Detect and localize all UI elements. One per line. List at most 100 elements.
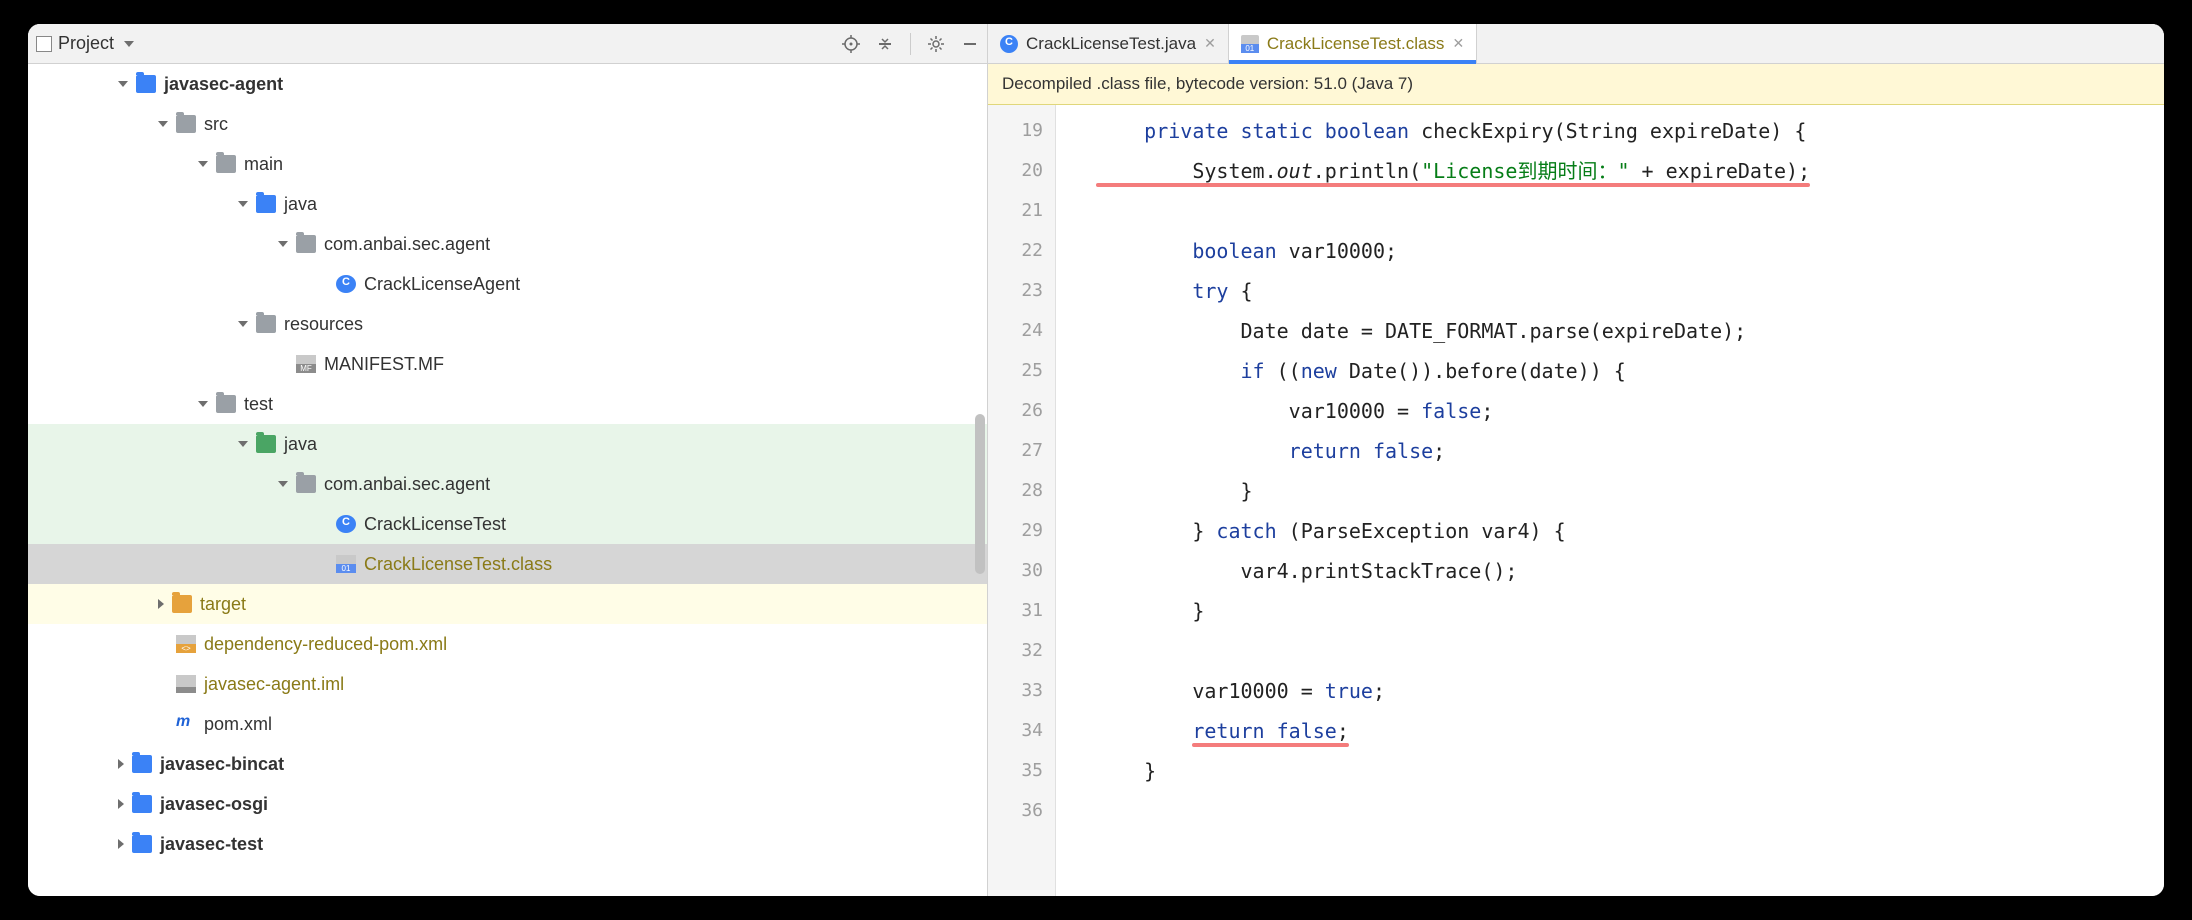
tree-item-label: src xyxy=(204,114,228,135)
tree-item[interactable]: pom.xml xyxy=(28,704,987,744)
tree-item[interactable]: javasec-osgi xyxy=(28,784,987,824)
gear-icon[interactable] xyxy=(927,35,945,53)
arrow-down-icon[interactable] xyxy=(238,321,248,327)
line-number: 30 xyxy=(988,551,1043,591)
collapse-all-icon[interactable] xyxy=(876,35,894,53)
arrow-down-icon[interactable] xyxy=(118,81,128,87)
line-number: 35 xyxy=(988,751,1043,791)
project-icon xyxy=(36,36,52,52)
line-number: 31 xyxy=(988,591,1043,631)
folder-green-icon xyxy=(256,435,276,453)
arrow-down-icon[interactable] xyxy=(198,161,208,167)
code-editor[interactable]: 192021222324252627282930313233343536 pri… xyxy=(988,105,2164,896)
line-number: 23 xyxy=(988,271,1043,311)
line-number: 26 xyxy=(988,391,1043,431)
code-area[interactable]: private static boolean checkExpiry(Strin… xyxy=(1056,105,2164,896)
project-toolbar: Project xyxy=(28,24,987,64)
tree-item[interactable]: javasec-bincat xyxy=(28,744,987,784)
folder-icon xyxy=(216,395,236,413)
project-dropdown-icon[interactable] xyxy=(124,41,134,47)
editor-tab[interactable]: CrackLicenseTest.class ✕ xyxy=(1229,24,1477,63)
folder-icon xyxy=(256,315,276,333)
tree-item-label: resources xyxy=(284,314,363,335)
arrow-down-icon[interactable] xyxy=(198,401,208,407)
tree-item[interactable]: dependency-reduced-pom.xml xyxy=(28,624,987,664)
editor-tab[interactable]: CrackLicenseTest.java ✕ xyxy=(988,24,1229,63)
line-number: 28 xyxy=(988,471,1043,511)
close-icon[interactable]: ✕ xyxy=(1204,35,1216,52)
tree-item[interactable]: target xyxy=(28,584,987,624)
arrow-down-icon[interactable] xyxy=(238,201,248,207)
project-tree[interactable]: javasec-agentsrcmainjavacom.anbai.sec.ag… xyxy=(28,64,987,896)
editor-tabs: CrackLicenseTest.java✕CrackLicenseTest.c… xyxy=(988,24,2164,64)
folder-blue-icon xyxy=(132,755,152,773)
tree-scrollbar[interactable] xyxy=(975,414,985,574)
editor-panel: CrackLicenseTest.java✕CrackLicenseTest.c… xyxy=(988,24,2164,896)
folder-icon xyxy=(296,235,316,253)
arrow-right-icon[interactable] xyxy=(158,599,164,609)
line-number: 21 xyxy=(988,191,1043,231)
line-number: 24 xyxy=(988,311,1043,351)
tree-item[interactable]: com.anbai.sec.agent xyxy=(28,464,987,504)
tree-item-label: MANIFEST.MF xyxy=(324,354,444,375)
line-number: 25 xyxy=(988,351,1043,391)
line-number: 27 xyxy=(988,431,1043,471)
project-panel: Project javasec-agentsrcmainjavacom.anba… xyxy=(28,24,988,896)
line-number: 19 xyxy=(988,111,1043,151)
tree-item[interactable]: javasec-test xyxy=(28,824,987,864)
arrow-down-icon[interactable] xyxy=(278,241,288,247)
line-gutter: 192021222324252627282930313233343536 xyxy=(988,105,1056,896)
line-number: 29 xyxy=(988,511,1043,551)
tree-item[interactable]: com.anbai.sec.agent xyxy=(28,224,987,264)
tree-item-label: java xyxy=(284,434,317,455)
tree-item[interactable]: javasec-agent xyxy=(28,64,987,104)
arrow-down-icon[interactable] xyxy=(238,441,248,447)
folder-icon xyxy=(216,155,236,173)
tree-item-label: CrackLicenseTest xyxy=(364,514,506,535)
tree-item[interactable]: MANIFEST.MF xyxy=(28,344,987,384)
tree-item-label: CrackLicenseTest.class xyxy=(364,554,552,575)
tree-item-label: main xyxy=(244,154,283,175)
tree-item-label: javasec-osgi xyxy=(160,794,268,815)
tree-item[interactable]: test xyxy=(28,384,987,424)
folder-blue-icon xyxy=(256,195,276,213)
file-c-icon xyxy=(336,515,356,533)
arrow-right-icon[interactable] xyxy=(118,839,124,849)
arrow-right-icon[interactable] xyxy=(118,759,124,769)
tab-label: CrackLicenseTest.java xyxy=(1026,34,1196,54)
line-number: 34 xyxy=(988,711,1043,751)
close-icon[interactable]: ✕ xyxy=(1452,35,1464,52)
tab-label: CrackLicenseTest.class xyxy=(1267,34,1445,54)
tree-item-label: target xyxy=(200,594,246,615)
file-mf-icon xyxy=(296,355,316,373)
file-m-icon xyxy=(176,715,196,733)
tree-item-label: javasec-bincat xyxy=(160,754,284,775)
tree-item[interactable]: java xyxy=(28,424,987,464)
tree-item[interactable]: javasec-agent.iml xyxy=(28,664,987,704)
tree-item[interactable]: CrackLicenseTest xyxy=(28,504,987,544)
line-number: 33 xyxy=(988,671,1043,711)
folder-icon xyxy=(296,475,316,493)
tree-item[interactable]: CrackLicenseAgent xyxy=(28,264,987,304)
ide-window: Project javasec-agentsrcmainjavacom.anba… xyxy=(28,24,2164,896)
tree-item-label: javasec-agent xyxy=(164,74,283,95)
arrow-down-icon[interactable] xyxy=(158,121,168,127)
file-class-icon xyxy=(336,555,356,573)
locate-icon[interactable] xyxy=(842,35,860,53)
arrow-right-icon[interactable] xyxy=(118,799,124,809)
folder-blue-icon xyxy=(132,835,152,853)
tree-item[interactable]: CrackLicenseTest.class xyxy=(28,544,987,584)
tree-item-label: javasec-test xyxy=(160,834,263,855)
decompile-banner: Decompiled .class file, bytecode version… xyxy=(988,64,2164,105)
tree-item[interactable]: src xyxy=(28,104,987,144)
tree-item[interactable]: main xyxy=(28,144,987,184)
tree-item[interactable]: resources xyxy=(28,304,987,344)
toolbar-divider xyxy=(910,33,911,55)
folder-blue-icon xyxy=(132,795,152,813)
tree-item[interactable]: java xyxy=(28,184,987,224)
line-number: 22 xyxy=(988,231,1043,271)
minimize-icon[interactable] xyxy=(961,35,979,53)
arrow-down-icon[interactable] xyxy=(278,481,288,487)
tree-item-label: java xyxy=(284,194,317,215)
c-file-icon xyxy=(1000,35,1018,53)
